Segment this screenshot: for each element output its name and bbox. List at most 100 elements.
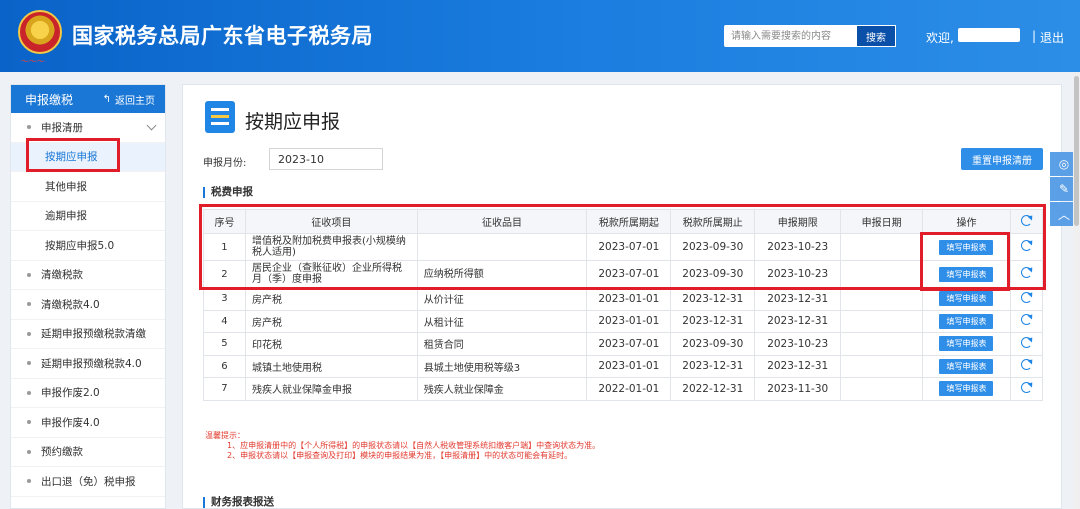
sidebar-item-label: 出口退（免）税申报 — [41, 475, 136, 488]
tips-line-1: 1、应申报清册中的【个人所得税】的申报状态请以【自然人税收管理系统扣缴客户端】中… — [227, 441, 601, 450]
cell-item: 增值税及附加税费申报表(小规模纳税人适用) — [244, 233, 418, 261]
tips-title: 温馨提示： — [205, 431, 245, 440]
refresh-all-button[interactable] — [1009, 209, 1044, 234]
col-header: 操作 — [922, 209, 1011, 234]
sidebar-item-overdue-declaration[interactable]: 逾期申报 — [11, 202, 165, 231]
period-month-input[interactable] — [269, 148, 383, 170]
sidebar-item-other-declaration[interactable]: 其他申报 — [11, 172, 165, 202]
back-home-link[interactable]: ↰ 返回主页 — [103, 92, 155, 107]
refresh-icon — [1020, 267, 1032, 278]
fill-form-button[interactable]: 填写申报表 — [939, 358, 994, 374]
cell-deadline: 2023-10-23 — [754, 233, 842, 261]
cell-sub: 县城土地使用税等级3 — [416, 354, 588, 378]
row-refresh-button[interactable] — [1009, 260, 1044, 288]
cell-date — [840, 377, 924, 401]
sidebar-item-periodic-declaration-5[interactable]: 按期应申报5.0 — [11, 231, 165, 261]
cell-date — [840, 233, 924, 261]
row-refresh-button[interactable] — [1009, 287, 1044, 311]
sidebar-item-label: 清缴税款4.0 — [41, 298, 100, 311]
row-refresh-button[interactable] — [1009, 332, 1044, 356]
sidebar-item-deferred-prepay-4[interactable]: 延期申报预缴税款4.0 — [11, 349, 165, 379]
table-header-row: 序号 征收项目 征收品目 税款所属期起 税款所属期止 申报期限 申报日期 操作 — [203, 209, 1044, 234]
table-row: 7 残疾人就业保障金申报 残疾人就业保障金 2022-01-01 2022-12… — [203, 377, 1044, 401]
fill-form-button[interactable]: 填写申报表 — [939, 291, 994, 307]
cell-end: 2023-12-31 — [670, 287, 756, 311]
logout-link[interactable]: 退出 — [1040, 29, 1064, 46]
sidebar-item-label: 逾期申报 — [45, 210, 87, 223]
fill-form-button[interactable]: 填写申报表 — [939, 336, 994, 352]
row-refresh-button[interactable] — [1009, 354, 1044, 378]
cell-action: 填写申报表 — [922, 332, 1011, 356]
table-row: 6 城镇土地使用税 县城土地使用税等级3 2023-01-01 2023-12-… — [203, 354, 1044, 378]
sidebar-item-export-refund[interactable]: 出口退（免）税申报 — [11, 467, 165, 497]
period-label: 申报月份: — [203, 158, 247, 169]
fill-form-button[interactable]: 填写申报表 — [939, 266, 994, 282]
row-refresh-button[interactable] — [1009, 233, 1044, 261]
cell-sub: 从价计征 — [416, 287, 588, 311]
site-title: 国家税务总局广东省电子税务局 — [72, 24, 373, 48]
section-title-financial: 财务报表报送 — [203, 497, 274, 508]
declaration-table: 序号 征收项目 征收品目 税款所属期起 税款所属期止 申报期限 申报日期 操作 … — [203, 209, 1044, 401]
table-row: 3 房产税 从价计征 2023-01-01 2023-12-31 2023-12… — [203, 287, 1044, 311]
cell-item: 残疾人就业保障金申报 — [244, 377, 418, 401]
cell-date — [840, 354, 924, 378]
row-refresh-button[interactable] — [1009, 309, 1044, 333]
sidebar-item-void-4[interactable]: 申报作废4.0 — [11, 408, 165, 438]
cell-start: 2023-07-01 — [586, 260, 672, 288]
cell-end: 2023-12-31 — [670, 354, 756, 378]
cell-no: 1 — [203, 233, 246, 261]
tax-emblem-icon — [18, 10, 62, 54]
sidebar-item-label: 延期申报预缴税款清缴 — [41, 328, 146, 341]
bullet-icon — [27, 125, 31, 130]
sidebar-item-scheduled-payment[interactable]: 预约缴款 — [11, 438, 165, 467]
top-header: ～～～ 国家税务总局广东省电子税务局 搜索 欢迎, | 退出 — [0, 0, 1080, 72]
cell-start: 2023-01-01 — [586, 354, 672, 378]
cell-item: 房产税 — [244, 309, 418, 333]
cell-start: 2023-01-01 — [586, 309, 672, 333]
bullet-icon — [27, 390, 31, 395]
sidebar-item-label: 按期应申报 — [45, 151, 98, 164]
cell-date — [840, 332, 924, 356]
table-row: 2 居民企业（查账征收）企业所得税月（季）度申报 应纳税所得额 2023-07-… — [203, 260, 1044, 288]
cell-item: 居民企业（查账征收）企业所得税月（季）度申报 — [244, 260, 418, 288]
cell-end: 2023-09-30 — [670, 332, 756, 356]
fill-form-button[interactable]: 填写申报表 — [939, 313, 994, 329]
sidebar-item-deferred-clearance[interactable]: 延期申报预缴税款清缴 — [11, 320, 165, 349]
edit-icon: ✎ — [1058, 182, 1070, 196]
search-input[interactable] — [724, 25, 856, 47]
sidebar-item-void-2[interactable]: 申报作废2.0 — [11, 379, 165, 408]
tips-line-2: 2、申报状态请以【申报查询及打印】模块的申报结果为准，【申报清册】中的状态可能会… — [227, 451, 573, 460]
sidebar-item-tax-clearance[interactable]: 清缴税款 — [11, 261, 165, 290]
cell-sub: 应纳税所得额 — [416, 260, 588, 288]
fill-form-button[interactable]: 填写申报表 — [939, 381, 994, 397]
cell-item: 城镇土地使用税 — [244, 354, 418, 378]
cell-end: 2022-12-31 — [670, 377, 756, 401]
col-header: 征收品目 — [416, 209, 588, 234]
table-row: 4 房产税 从租计征 2023-01-01 2023-12-31 2023-12… — [203, 309, 1044, 333]
sidebar-item-label: 申报作废4.0 — [41, 416, 100, 429]
fill-form-button[interactable]: 填写申报表 — [939, 239, 994, 255]
row-refresh-button[interactable] — [1009, 377, 1044, 401]
section-title-fees: 税费申报 — [203, 187, 253, 198]
cell-no: 7 — [203, 377, 246, 401]
sidebar-item-periodic-declaration[interactable]: 按期应申报 — [11, 142, 165, 172]
sidebar-item-label: 申报作废2.0 — [41, 387, 100, 400]
cell-start: 2023-07-01 — [586, 332, 672, 356]
bullet-icon — [27, 272, 31, 277]
search-button[interactable]: 搜索 — [856, 25, 896, 47]
sidebar-item-label: 申报清册 — [41, 121, 83, 134]
sidebar-item-tax-clearance-4[interactable]: 清缴税款4.0 — [11, 290, 165, 320]
bullet-icon — [27, 302, 31, 307]
col-header: 税款所属期止 — [670, 209, 756, 234]
cell-end: 2023-12-31 — [670, 309, 756, 333]
sidebar-item-declaration-list[interactable]: 申报清册 — [11, 113, 165, 143]
refresh-icon — [1020, 359, 1032, 371]
cell-action: 填写申报表 — [922, 377, 1011, 401]
emblem-signature: ～～～ — [20, 57, 44, 66]
cell-deadline: 2023-11-30 — [754, 377, 842, 401]
scrollbar-thumb[interactable] — [1074, 76, 1079, 226]
sidebar-item-label: 按期应申报5.0 — [45, 239, 115, 252]
cell-deadline: 2023-10-23 — [754, 260, 842, 288]
reset-declaration-list-button[interactable]: 重置申报清册 — [961, 148, 1043, 170]
cell-action: 填写申报表 — [922, 309, 1011, 333]
